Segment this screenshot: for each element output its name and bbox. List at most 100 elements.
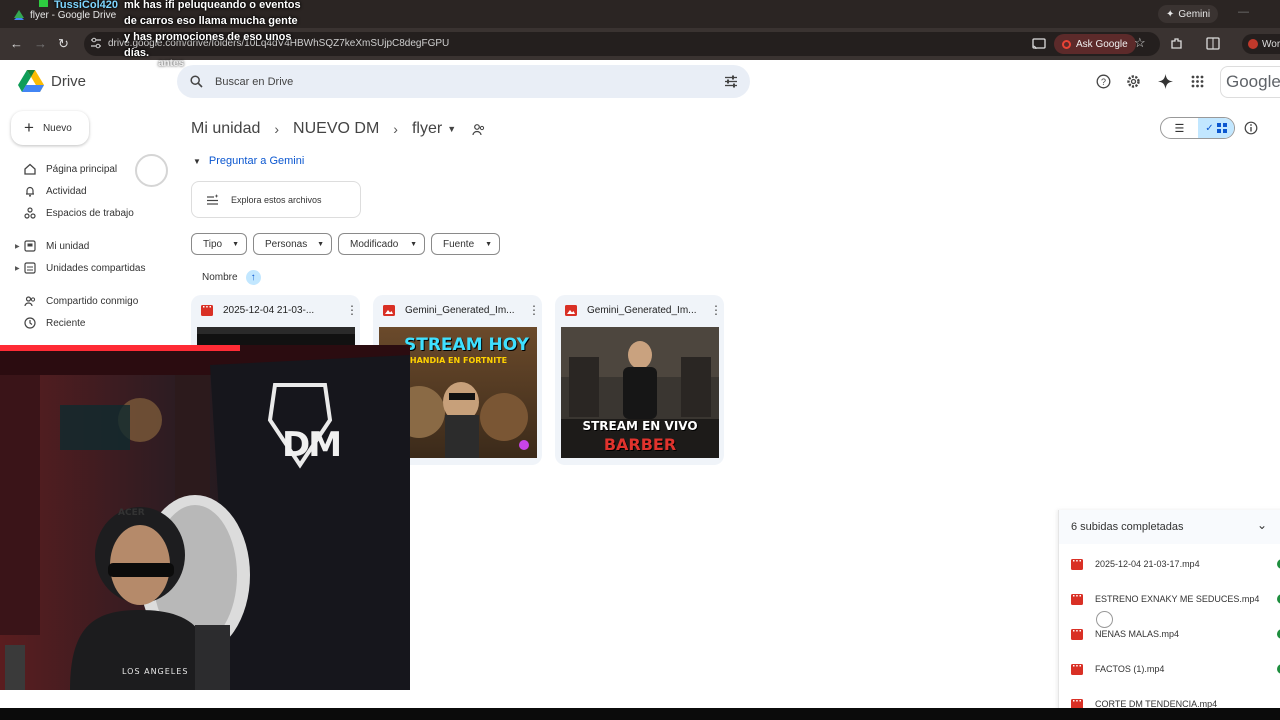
bottom-letterbox — [0, 708, 1280, 720]
breadcrumb: Mi unidad › NUEVO DM › flyer ▼ — [191, 118, 485, 140]
chevron-right-icon: › — [274, 121, 280, 137]
profile-chip[interactable]: Wor — [1242, 34, 1280, 54]
split-view-icon[interactable] — [1206, 37, 1220, 50]
upload-item[interactable]: NENAS MALAS.mp4 — [1071, 626, 1179, 642]
help-icon[interactable]: ? — [1096, 74, 1111, 89]
filter-type[interactable]: Tipo ▼ — [191, 233, 247, 255]
folder-dropdown-icon[interactable]: ▼ — [447, 124, 456, 134]
plus-icon: + — [24, 118, 34, 137]
bookmark-star-icon[interactable]: ☆ — [1134, 35, 1146, 51]
more-options-icon[interactable]: ⋮ — [708, 303, 724, 317]
check-icon: ✓ — [1205, 122, 1214, 134]
product-name: Drive — [51, 73, 87, 90]
ask-gemini-expander[interactable]: ▼ Preguntar a Gemini — [193, 155, 304, 167]
dropdown-arrow-icon: ▼ — [485, 240, 492, 248]
info-icon[interactable] — [1244, 121, 1258, 135]
sidebar-item-my-drive[interactable]: ▶ Mi unidad — [15, 237, 90, 255]
sidebar-item-label: Página principal — [46, 163, 118, 175]
gemini-chip-label: Gemini — [1178, 8, 1211, 20]
sidebar-item-label: Mi unidad — [46, 240, 90, 252]
expand-caret-icon[interactable]: ▶ — [15, 265, 20, 272]
site-settings-icon[interactable] — [90, 37, 102, 49]
list-icon: ☰ — [1174, 122, 1185, 135]
grid-icon — [1216, 123, 1227, 133]
chevron-right-icon: › — [393, 121, 398, 137]
sidebar-item-activity[interactable]: Actividad — [18, 182, 87, 200]
uploads-title: 6 subidas completadas — [1071, 521, 1184, 533]
minimize-icon[interactable]: — — [1238, 6, 1249, 18]
grid-view-button[interactable]: ✓ — [1197, 118, 1234, 138]
filter-label: Tipo — [203, 238, 223, 250]
chair-brand-text: ACER — [118, 508, 145, 518]
extensions-icon[interactable] — [1170, 37, 1183, 50]
chat-message: mk has ifi peluqueando o eventos de carr… — [124, 0, 301, 59]
sidebar-item-home[interactable]: Página principal — [18, 160, 117, 178]
sort-control[interactable]: Nombre ↑ — [202, 270, 261, 285]
sidebar-item-label: Actividad — [46, 185, 87, 197]
upload-item[interactable]: FACTOS (1).mp4 — [1071, 661, 1164, 677]
shared-folder-icon[interactable] — [472, 123, 485, 136]
profile-label: Wor — [1262, 38, 1280, 50]
image-file-icon — [383, 304, 395, 316]
reload-icon[interactable]: ↻ — [58, 36, 69, 52]
google-account-chip[interactable]: Google — [1220, 66, 1280, 98]
upload-file-name: ESTRENO EXNAKY ME SEDUCES.mp4 — [1095, 594, 1260, 604]
video-file-icon — [201, 304, 213, 316]
sidebar-item-workspaces[interactable]: Espacios de trabajo — [18, 204, 134, 222]
sidebar-item-shared-drives[interactable]: ▶ Unidades compartidas — [15, 259, 146, 277]
sidebar-item-label: Unidades compartidas — [46, 262, 146, 274]
chevron-down-icon[interactable]: ⌄ — [1257, 518, 1267, 532]
explore-sparkle-list-icon — [207, 193, 219, 205]
video-file-icon — [1071, 628, 1083, 640]
google-wordmark: Google — [1226, 72, 1280, 91]
ask-google-button[interactable]: Ask Google — [1054, 34, 1136, 54]
gemini-sparkle-icon[interactable] — [1158, 74, 1173, 89]
file-card-image[interactable]: Gemini_Generated_Im... ⋮ STREAM EN VIVO … — [555, 295, 724, 465]
flyer-headline: STREAM HOY — [404, 335, 529, 355]
filter-people[interactable]: Personas ▼ — [253, 233, 332, 255]
more-options-icon[interactable]: ⋮ — [526, 303, 542, 317]
google-lens-icon — [1062, 39, 1071, 49]
search-icon[interactable] — [190, 75, 203, 88]
hoodie-text: LOS ANGELES — [122, 667, 189, 676]
search-input[interactable] — [215, 74, 695, 90]
workspaces-icon — [24, 207, 36, 219]
gemini-chip[interactable]: ✦ Gemini — [1158, 5, 1219, 23]
file-name: 2025-12-04 21-03-... — [223, 304, 315, 316]
video-file-icon — [1071, 558, 1083, 570]
upload-item[interactable]: 2025-12-04 21-03-17.mp4 — [1071, 556, 1200, 572]
dropdown-arrow-icon: ▼ — [232, 240, 239, 248]
sidebar-item-shared-with-me[interactable]: Compartido conmigo — [18, 292, 138, 310]
image-file-icon — [565, 304, 577, 316]
back-arrow-icon[interactable]: ← — [10, 36, 23, 52]
apps-grid-icon[interactable] — [1190, 74, 1205, 89]
breadcrumb-current-folder[interactable]: flyer — [412, 120, 442, 138]
video-file-icon — [1071, 593, 1083, 605]
sidebar-item-label: Compartido conmigo — [46, 295, 139, 307]
list-view-button[interactable]: ☰ — [1161, 118, 1198, 138]
expand-caret-icon[interactable]: ▶ — [15, 243, 20, 250]
filter-source[interactable]: Fuente ▼ — [431, 233, 500, 255]
new-button[interactable]: + Nuevo — [11, 111, 89, 145]
filter-label: Personas — [265, 238, 308, 250]
uploads-panel-header[interactable]: 6 subidas completadas ⌄ — [1059, 510, 1280, 544]
sidebar-item-recent[interactable]: Reciente — [18, 314, 85, 332]
forward-arrow-icon[interactable]: → — [34, 36, 47, 52]
clock-icon — [24, 317, 36, 329]
ask-gemini-label: Preguntar a Gemini — [208, 155, 305, 167]
upload-item[interactable]: ESTRENO EXNAKY ME SEDUCES.mp4 — [1071, 591, 1259, 607]
more-options-icon[interactable]: ⋮ — [344, 303, 360, 317]
search-options-icon[interactable] — [724, 75, 738, 88]
filter-modified[interactable]: Modificado ▼ — [338, 233, 425, 255]
uploads-panel: 6 subidas completadas ⌄ 2025-12-04 21-03… — [1058, 510, 1280, 710]
sort-ascending-arrow-icon[interactable]: ↑ — [245, 270, 261, 285]
breadcrumb-nuevo-dm[interactable]: NUEVO DM — [293, 120, 379, 138]
chevron-down-icon: ▼ — [193, 156, 201, 166]
breadcrumb-my-drive[interactable]: Mi unidad — [191, 120, 260, 138]
flyer-subtitle: BARBER — [603, 435, 677, 454]
drive-logo-icon[interactable] — [18, 70, 44, 92]
cast-icon[interactable] — [1032, 37, 1046, 51]
settings-gear-icon[interactable] — [1126, 74, 1141, 89]
file-name: Gemini_Generated_Im... — [587, 304, 697, 316]
explore-files-suggestion[interactable]: Explora estos archivos — [191, 181, 361, 218]
